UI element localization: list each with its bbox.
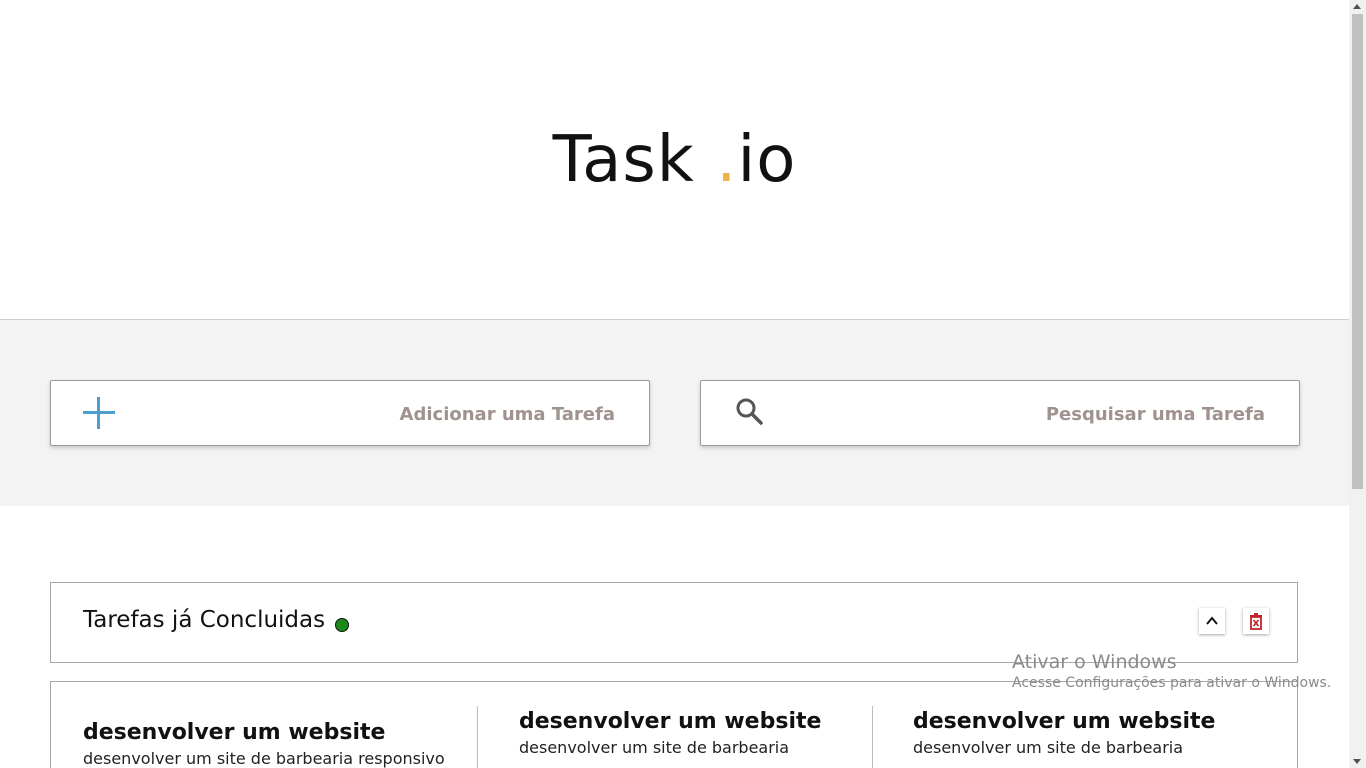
watermark-title: Ativar o Windows <box>1012 651 1177 673</box>
vertical-scrollbar[interactable] <box>1349 0 1366 768</box>
task-title: desenvolver um website <box>519 709 822 734</box>
search-icon[interactable] <box>735 397 765 427</box>
collapse-button[interactable] <box>1199 608 1225 634</box>
logo-dot: . <box>716 123 738 197</box>
task-description: desenvolver um site de barbearia respons… <box>83 749 445 768</box>
main-content: Tarefas já Concluidas desenvolver um web… <box>0 506 1349 768</box>
add-task-field[interactable] <box>50 380 650 446</box>
task-card[interactable]: desenvolver um website desenvolver um si… <box>913 709 1215 757</box>
scroll-up-arrow-icon[interactable] <box>1353 4 1361 9</box>
task-card[interactable]: desenvolver um website desenvolver um si… <box>519 709 821 757</box>
task-divider <box>477 706 478 768</box>
chevron-up-icon <box>1206 616 1218 625</box>
plus-icon[interactable] <box>81 395 117 431</box>
task-title: desenvolver um website <box>83 720 386 745</box>
header: Task .io <box>0 0 1349 320</box>
scroll-thumb[interactable] <box>1352 14 1363 489</box>
task-description: desenvolver um site de barbearia <box>519 738 790 757</box>
delete-all-button[interactable] <box>1243 608 1269 634</box>
task-card[interactable]: desenvolver um website desenvolver um si… <box>83 720 445 768</box>
app-logo: Task .io <box>0 122 1349 198</box>
logo-text-io: io <box>737 123 797 197</box>
search-field[interactable] <box>700 380 1300 446</box>
status-indicator <box>335 618 349 632</box>
trash-icon <box>1250 613 1262 630</box>
completed-tasks-title: Tarefas já Concluidas <box>83 607 326 633</box>
toolbar <box>0 320 1349 506</box>
windows-activation-watermark: Ativar o Windows Acesse Configurações pa… <box>1012 651 1331 691</box>
task-divider <box>872 706 873 768</box>
task-title: desenvolver um website <box>913 709 1216 734</box>
task-list: desenvolver um website desenvolver um si… <box>50 681 1298 768</box>
watermark-subtitle: Acesse Configurações para ativar o Windo… <box>1012 675 1332 691</box>
add-task-input[interactable] <box>151 397 617 431</box>
task-description: desenvolver um site de barbearia <box>913 738 1184 757</box>
search-input[interactable] <box>801 397 1267 431</box>
scroll-down-arrow-icon[interactable] <box>1353 759 1361 764</box>
logo-text-task: Task <box>552 123 717 197</box>
